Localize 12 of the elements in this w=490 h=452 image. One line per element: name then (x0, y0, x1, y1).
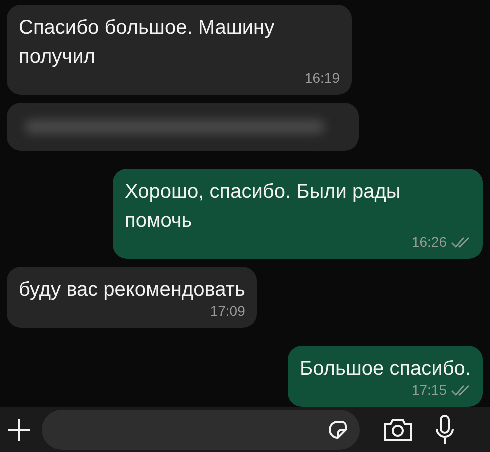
message-time: 17:15 (412, 381, 447, 400)
microphone-icon[interactable] (434, 414, 456, 446)
message-text: Большое спасибо. (300, 357, 471, 382)
message-text: буду вас рекомендовать (19, 278, 246, 303)
message-text: Спасибо большое. Машину получил (19, 16, 276, 70)
message-time: 16:26 (412, 233, 447, 252)
message-time: 16:19 (304, 69, 340, 88)
message-time: 17:09 (210, 302, 246, 321)
message-text: Хорошо, спасибо. Были рады помочь (125, 180, 402, 234)
camera-icon[interactable] (382, 416, 414, 442)
message-input[interactable] (42, 410, 360, 450)
plus-icon[interactable] (6, 416, 32, 442)
